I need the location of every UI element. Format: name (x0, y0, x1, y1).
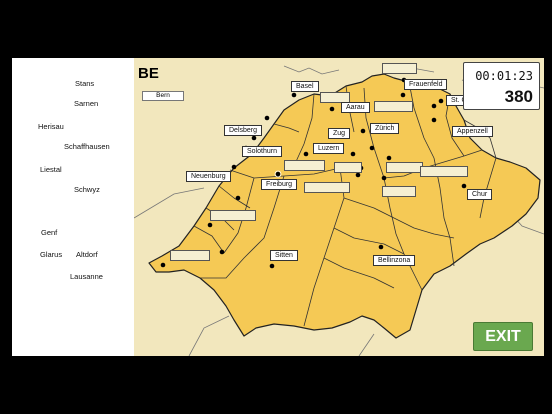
name-card[interactable]: Sarnen (74, 99, 98, 108)
placed-label-bellinzona[interactable]: Bellinzona (373, 255, 416, 266)
placed-label-freiburg[interactable]: Freiburg (261, 179, 298, 190)
name-card[interactable]: Schaffhausen (64, 142, 110, 151)
name-card[interactable]: Stans (75, 79, 94, 88)
name-card[interactable]: Schwyz (74, 185, 100, 194)
score-panel: 00:01:23 380 (463, 62, 540, 110)
score: 380 (504, 87, 533, 106)
name-card[interactable]: Glarus (40, 250, 62, 259)
empty-slot[interactable] (420, 166, 468, 177)
empty-slot[interactable] (304, 182, 350, 193)
empty-slot[interactable] (386, 162, 423, 173)
placed-label-aarau[interactable]: Aarau (341, 102, 370, 113)
placed-label-frauenfeld[interactable]: Frauenfeld (404, 79, 448, 90)
placed-label-neuenburg[interactable]: Neuenburg (186, 171, 231, 182)
name-card[interactable]: Liestal (40, 165, 62, 174)
placed-label-appenzell[interactable]: Appenzell (452, 126, 493, 137)
name-card[interactable]: Herisau (38, 122, 64, 131)
timer: 00:01:23 (475, 69, 533, 83)
placed-label-chur[interactable]: Chur (467, 189, 493, 200)
empty-slot[interactable] (334, 162, 362, 173)
name-card[interactable]: Genf (41, 228, 57, 237)
placed-label-luzern[interactable]: Luzern (313, 143, 345, 154)
placed-label-solothurn[interactable]: Solothurn (242, 146, 282, 157)
exit-button[interactable]: EXIT (473, 322, 533, 351)
current-canton-code: BE (138, 65, 159, 82)
empty-slot[interactable] (382, 186, 416, 197)
name-card[interactable]: Lausanne (70, 272, 103, 281)
switzerland-outline (148, 73, 541, 339)
empty-slot[interactable] (210, 210, 256, 221)
empty-slot[interactable] (170, 250, 210, 261)
placed-label-sitten[interactable]: Sitten (270, 250, 298, 261)
game-stage: Stans Sarnen Herisau Schaffhausen Liesta… (12, 58, 544, 356)
placed-label-delsberg[interactable]: Delsberg (224, 125, 263, 136)
drop-target-bern[interactable]: Bern (142, 91, 184, 101)
empty-slot[interactable] (382, 63, 417, 74)
placed-label-zug[interactable]: Zug (328, 128, 351, 139)
placed-label-basel[interactable]: Basel (291, 81, 319, 92)
name-sidebar: Stans Sarnen Herisau Schaffhausen Liesta… (12, 58, 134, 356)
name-card[interactable]: Altdorf (76, 250, 98, 259)
placed-label-zurich[interactable]: Zürich (370, 123, 400, 134)
empty-slot[interactable] (374, 101, 413, 112)
empty-slot[interactable] (284, 160, 325, 171)
